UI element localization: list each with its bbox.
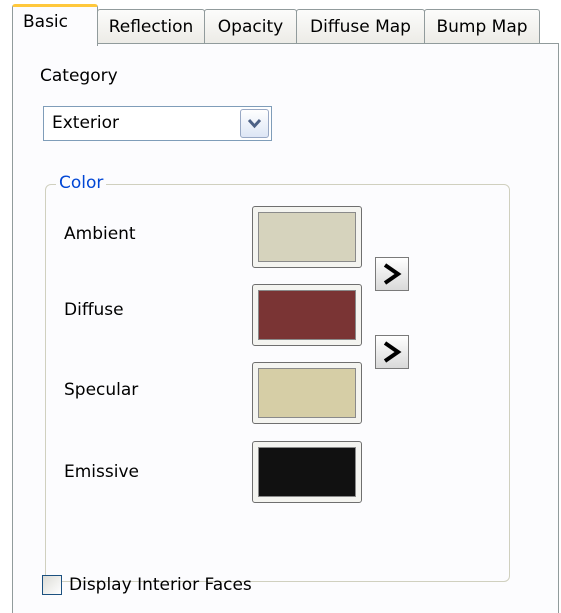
color-group: Color Ambient Diffuse Specular Emissive — [45, 173, 510, 582]
tab-basic-label: Basic — [23, 12, 69, 32]
diffuse-color-button[interactable] — [252, 284, 362, 346]
specular-label: Specular — [64, 380, 139, 400]
tab-reflection-label: Reflection — [108, 17, 194, 37]
specular-color-button[interactable] — [252, 362, 362, 424]
ambient-color-button[interactable] — [252, 206, 362, 268]
emissive-color-fill — [258, 447, 356, 497]
chevron-down-icon — [247, 118, 262, 129]
tab-bump-map[interactable]: Bump Map — [424, 9, 540, 44]
category-select[interactable]: Exterior — [43, 106, 272, 141]
tab-strip: Basic Reflection Opacity Diffuse Map Bum… — [0, 0, 561, 46]
display-interior-faces-label[interactable]: Display Interior Faces — [69, 575, 252, 595]
tab-opacity-label: Opacity — [217, 17, 284, 37]
tab-diffuse-map[interactable]: Diffuse Map — [296, 9, 425, 44]
diffuse-label: Diffuse — [64, 300, 124, 320]
tab-diffuse-map-label: Diffuse Map — [310, 17, 411, 37]
dropdown-button[interactable] — [240, 109, 269, 138]
emissive-label: Emissive — [64, 462, 139, 482]
copy-diffuse-to-specular-button[interactable] — [375, 335, 409, 369]
ambient-color-fill — [258, 212, 356, 262]
basic-tab-panel: Category Exterior Color Ambient Diffuse … — [12, 43, 559, 613]
display-interior-faces-checkbox[interactable] — [42, 575, 62, 595]
specular-color-fill — [258, 368, 356, 418]
copy-ambient-to-diffuse-button[interactable] — [375, 257, 409, 291]
category-label: Category — [40, 66, 118, 86]
tab-bump-map-label: Bump Map — [436, 17, 528, 37]
diffuse-color-fill — [258, 290, 356, 340]
color-group-title: Color — [56, 173, 107, 193]
bent-arrow-icon — [383, 263, 402, 285]
emissive-color-button[interactable] — [252, 441, 362, 503]
tab-opacity[interactable]: Opacity — [204, 9, 297, 44]
bent-arrow-icon — [383, 341, 402, 363]
category-select-value: Exterior — [52, 113, 120, 133]
ambient-label: Ambient — [64, 224, 136, 244]
tab-reflection[interactable]: Reflection — [97, 9, 205, 44]
tab-basic[interactable]: Basic — [12, 4, 98, 46]
